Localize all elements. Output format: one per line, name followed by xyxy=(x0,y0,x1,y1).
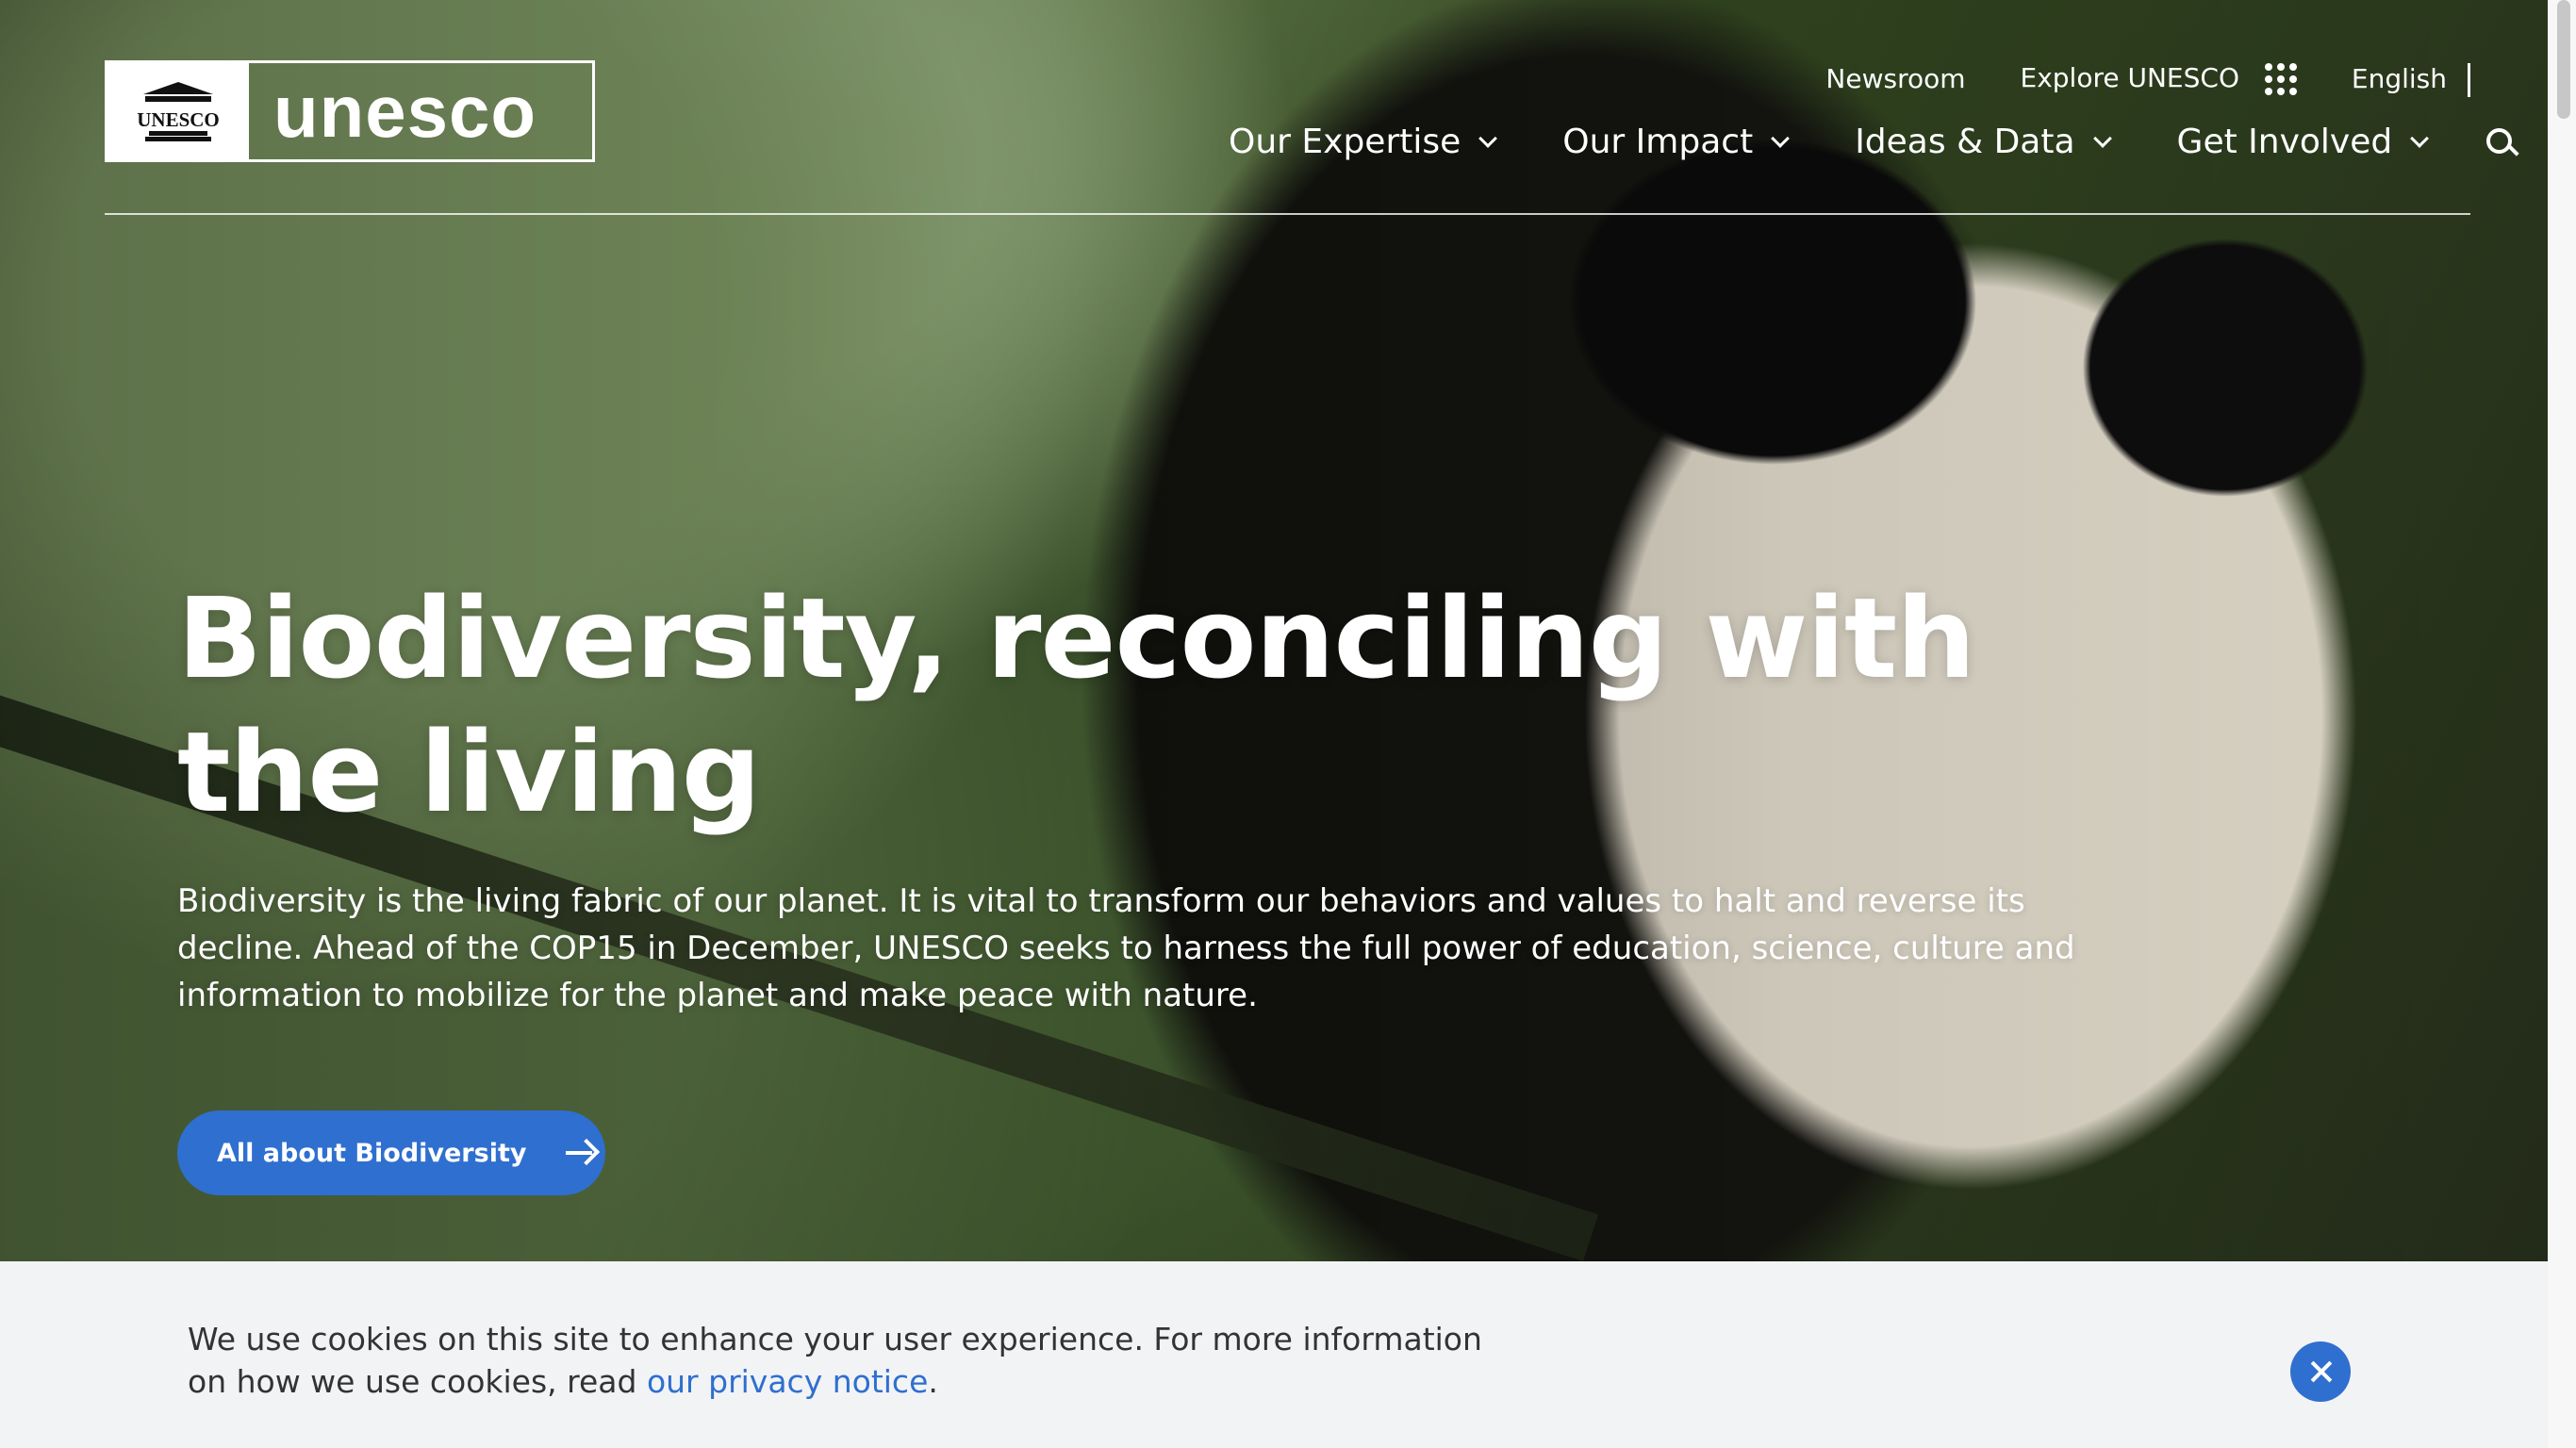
nav-our-expertise[interactable]: Our Expertise xyxy=(1229,123,1498,161)
scrollbar-thumb[interactable] xyxy=(2557,0,2570,119)
nav-get-involved[interactable]: Get Involved xyxy=(2176,123,2430,161)
explore-unesco-link[interactable]: Explore UNESCO xyxy=(2021,62,2297,95)
nav-our-expertise-label: Our Expertise xyxy=(1229,123,1461,161)
cookie-banner: We use cookies on this site to enhance y… xyxy=(0,1261,2548,1448)
unesco-temple-icon: UNESCO xyxy=(107,63,249,159)
cookie-message-end: . xyxy=(928,1363,938,1400)
hero-description: Biodiversity is the living fabric of our… xyxy=(177,882,2075,1014)
privacy-notice-link[interactable]: our privacy notice xyxy=(647,1363,928,1400)
language-selector[interactable]: English xyxy=(2351,63,2470,97)
nav-our-impact-label: Our Impact xyxy=(1562,123,1754,161)
chevron-down-icon xyxy=(2468,63,2470,97)
header-divider xyxy=(105,213,2470,215)
chevron-down-icon xyxy=(1478,128,1498,148)
language-label: English xyxy=(2351,63,2447,94)
arrow-right-icon xyxy=(566,1140,596,1166)
newsroom-link[interactable]: Newsroom xyxy=(1825,63,1965,94)
chevron-down-icon xyxy=(1771,128,1791,148)
nav-our-impact[interactable]: Our Impact xyxy=(1562,123,1791,161)
explore-unesco-label: Explore UNESCO xyxy=(2020,62,2239,93)
nav-ideas-data-label: Ideas & Data xyxy=(1855,123,2075,161)
close-cookie-banner-button[interactable] xyxy=(2290,1341,2351,1402)
utility-navigation: Newsroom Explore UNESCO English xyxy=(1825,62,2470,97)
chevron-down-icon xyxy=(2410,128,2430,148)
nav-ideas-data[interactable]: Ideas & Data xyxy=(1855,123,2112,161)
main-navigation: Our Expertise Our Impact Ideas & Data Ge… xyxy=(1229,123,2515,161)
unesco-logo[interactable]: UNESCO unesco xyxy=(105,60,595,162)
search-icon[interactable] xyxy=(2486,127,2515,156)
nav-get-involved-label: Get Involved xyxy=(2176,123,2393,161)
cookie-message: We use cookies on this site to enhance y… xyxy=(188,1318,1527,1403)
chevron-down-icon xyxy=(2092,128,2112,148)
unesco-mark-text: UNESCO xyxy=(137,108,220,131)
apps-grid-icon xyxy=(2264,63,2297,95)
all-about-biodiversity-button[interactable]: All about Biodiversity xyxy=(177,1111,605,1195)
unesco-wordmark: unesco xyxy=(273,70,537,153)
page-scrollbar[interactable] xyxy=(2548,0,2576,1448)
cta-label: All about Biodiversity xyxy=(217,1138,527,1168)
temple-icon: UNESCO xyxy=(137,82,220,141)
hero-title: Biodiversity, reconciling with the livin… xyxy=(177,573,1975,837)
